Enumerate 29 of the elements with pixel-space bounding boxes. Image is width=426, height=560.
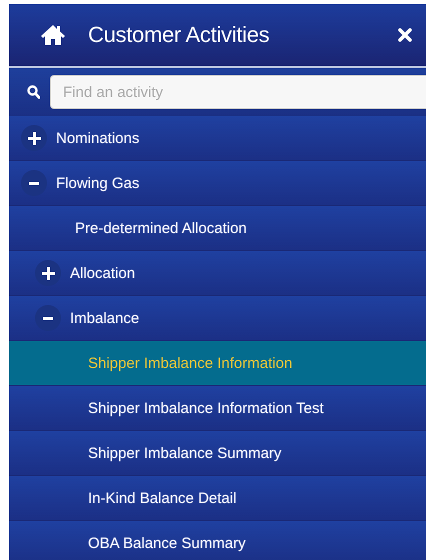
item-label: Nominations bbox=[56, 130, 140, 146]
item-label: In-Kind Balance Detail bbox=[88, 490, 236, 506]
item-label: Allocation bbox=[70, 264, 136, 282]
home-icon[interactable] bbox=[40, 24, 66, 46]
item-label: Shipper Imbalance Information bbox=[88, 354, 292, 372]
tree-item[interactable]: Allocation bbox=[9, 251, 426, 296]
search-field[interactable]: Find an activity bbox=[50, 75, 426, 109]
tree-item[interactable]: Imbalance bbox=[9, 296, 426, 341]
item-label: Flowing Gas bbox=[56, 174, 140, 192]
item-label: Pre-determined Allocation bbox=[75, 220, 247, 236]
tree-item[interactable]: OBA Balance Summary bbox=[9, 521, 426, 560]
search-icon bbox=[27, 85, 40, 99]
collapse-minus-icon[interactable] bbox=[43, 316, 53, 320]
tree-item[interactable]: In-Kind Balance Detail bbox=[9, 476, 426, 521]
expand-plus-icon[interactable] bbox=[42, 266, 54, 280]
expand-plus-icon[interactable] bbox=[28, 132, 40, 144]
tree-item[interactable]: Pre-determined Allocation bbox=[9, 206, 426, 251]
item-label: Shipper Imbalance Summary bbox=[88, 444, 282, 462]
item-label: Shipper Imbalance Information Test bbox=[88, 400, 324, 416]
item-label: Imbalance bbox=[70, 310, 140, 326]
item-label: OBA Balance Summary bbox=[88, 534, 246, 552]
tree-item[interactable]: Shipper Imbalance Information Test bbox=[9, 386, 426, 431]
tree-item[interactable]: Flowing Gas bbox=[9, 161, 426, 206]
tree-item[interactable]: Nominations bbox=[9, 116, 426, 161]
panel-title: Customer Activities bbox=[88, 22, 270, 48]
close-icon[interactable] bbox=[398, 28, 412, 42]
tree-item[interactable]: Shipper Imbalance Summary bbox=[9, 431, 426, 476]
collapse-minus-icon[interactable] bbox=[29, 182, 39, 184]
tree-item[interactable]: Shipper Imbalance Information bbox=[9, 341, 426, 386]
